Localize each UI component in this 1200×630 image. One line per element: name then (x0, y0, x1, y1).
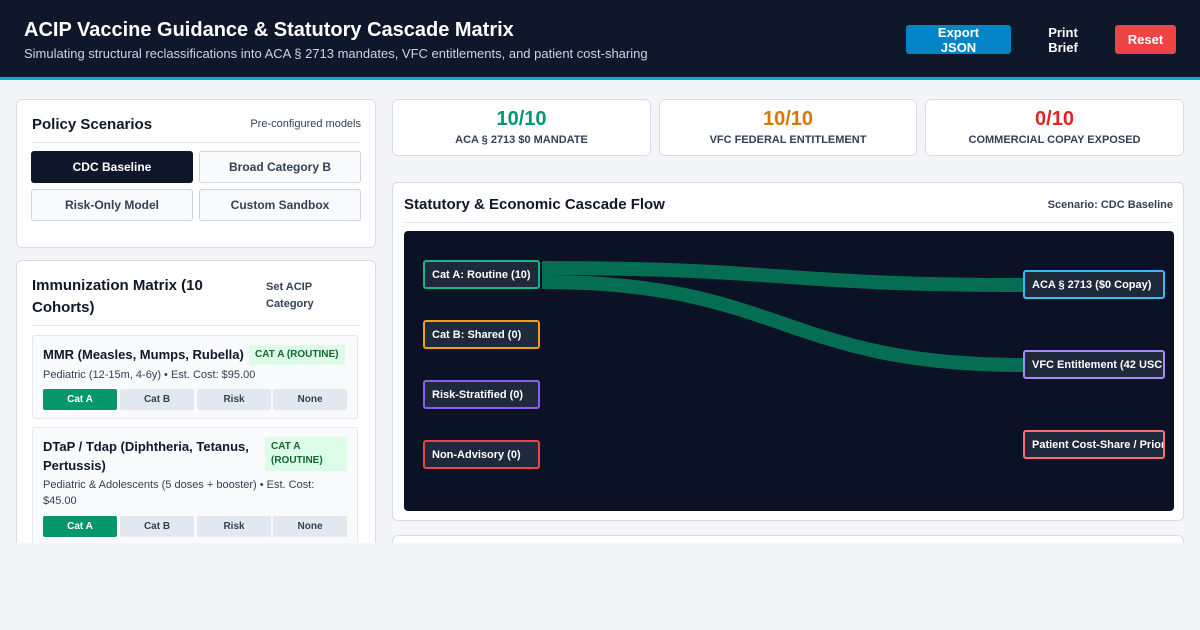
vaccine-row-dtap: DTaP / Tdap (Diphtheria, Tetanus, Pertus… (32, 427, 358, 557)
scenario-risk-only-button[interactable]: Risk-Only Model (31, 189, 193, 221)
reset-button[interactable]: Reset (1115, 25, 1176, 54)
mmr-cat-a-button[interactable]: Cat A (43, 389, 117, 410)
cascade-flow-panel: Statutory & Economic Cascade Flow Scenar… (392, 182, 1184, 521)
export-json-button[interactable]: Export JSON (906, 25, 1011, 55)
stat-aca-mandate: 10/10 ACA § 2713 $0 MANDATE (392, 99, 651, 156)
dtap-risk-button[interactable]: Risk (197, 516, 271, 537)
vaccine-meta: Pediatric (12-15m, 4-6y) • Est. Cost: $9… (43, 369, 256, 381)
divider (32, 325, 360, 326)
stat-value: 10/10 (496, 108, 547, 130)
app-header: ACIP Vaccine Guidance & Statutory Cascad… (0, 0, 1200, 80)
mmr-none-button[interactable]: None (273, 389, 347, 410)
source-node-cat-b[interactable]: Cat B: Shared (0) (423, 320, 540, 349)
scenarios-title: Policy Scenarios (32, 116, 153, 133)
stat-label: COMMERCIAL COPAY EXPOSED (968, 134, 1141, 146)
flow-title: Statutory & Economic Cascade Flow (404, 196, 665, 213)
category-badge: CAT A (ROUTINE) (265, 437, 347, 471)
print-brief-button[interactable]: Print Brief (1020, 25, 1106, 55)
stat-value: 0/10 (1035, 108, 1074, 130)
dtap-cat-b-button[interactable]: Cat B (120, 516, 194, 537)
page-subtitle: Simulating structural reclassifications … (24, 46, 648, 61)
stat-value: 10/10 (762, 108, 814, 130)
vaccine-meta: Pediatric & Adolescents (5 doses + boost… (43, 479, 315, 507)
divider (32, 142, 360, 143)
page-background (0, 543, 1200, 630)
target-node-vfc-entitlement[interactable]: VFC Entitlement (42 USC §1396s) (1023, 350, 1165, 379)
matrix-title: Immunization Matrix (10 Cohorts) (32, 277, 203, 316)
vaccine-name: MMR (Measles, Mumps, Rubella) (43, 347, 244, 362)
immunization-matrix-panel: Immunization Matrix (10 Cohorts) Set ACI… (16, 260, 376, 560)
dtap-cat-a-button[interactable]: Cat A (43, 516, 117, 537)
source-node-cat-a[interactable]: Cat A: Routine (10) (423, 260, 540, 289)
scenario-broad-category-b-button[interactable]: Broad Category B (199, 151, 361, 183)
vaccine-row-mmr: MMR (Measles, Mumps, Rubella) CAT A (ROU… (32, 335, 358, 419)
stat-copay-exposed: 0/10 COMMERCIAL COPAY EXPOSED (925, 99, 1184, 156)
page-title: ACIP Vaccine Guidance & Statutory Cascad… (24, 19, 514, 41)
target-node-aca-2713[interactable]: ACA § 2713 ($0 Copay) (1023, 270, 1165, 299)
cascade-flow-diagram: Cat A: Routine (10) Cat B: Shared (0) Ri… (404, 231, 1174, 511)
source-node-non-advisory[interactable]: Non-Advisory (0) (423, 440, 540, 469)
mmr-cat-b-button[interactable]: Cat B (120, 389, 194, 410)
vaccine-name: DTaP / Tdap (Diphtheria, Tetanus, Pertus… (43, 439, 249, 473)
mmr-risk-button[interactable]: Risk (197, 389, 271, 410)
scenario-cdc-baseline-button[interactable]: CDC Baseline (31, 151, 193, 183)
source-node-risk-stratified[interactable]: Risk-Stratified (0) (423, 380, 540, 409)
stat-label: VFC FEDERAL ENTITLEMENT (709, 134, 867, 146)
stat-label: ACA § 2713 $0 MANDATE (455, 134, 588, 146)
divider (404, 222, 1172, 223)
stat-vfc-entitlement: 10/10 VFC FEDERAL ENTITLEMENT (659, 99, 917, 156)
flow-link-1 (541, 275, 1024, 372)
target-node-patient-cost-share[interactable]: Patient Cost-Share / Prior-Auth (1023, 430, 1165, 459)
flow-scenario-label: Scenario: CDC Baseline (1047, 199, 1173, 211)
dtap-none-button[interactable]: None (273, 516, 347, 537)
scenarios-hint: Pre-configured models (250, 118, 361, 130)
category-badge: CAT A (ROUTINE) (249, 345, 345, 365)
scenario-custom-sandbox-button[interactable]: Custom Sandbox (199, 189, 361, 221)
matrix-hint: Set ACIP Category (266, 281, 314, 310)
policy-scenarios-panel: Policy Scenarios Pre-configured models C… (16, 99, 376, 248)
